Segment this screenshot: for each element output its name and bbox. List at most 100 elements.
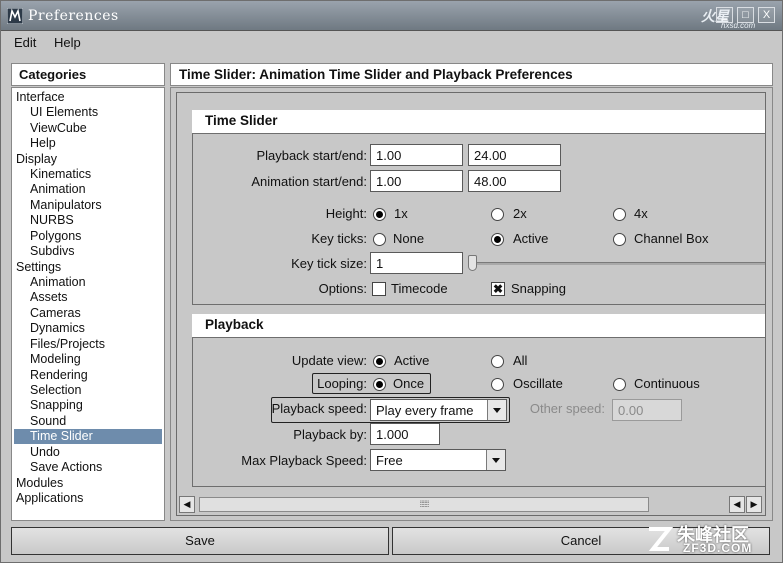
max-playback-speed-value: Free (376, 453, 403, 468)
category-files-projects[interactable]: Files/Projects (30, 337, 105, 352)
height-4x-radio[interactable] (613, 208, 626, 221)
category-display-animation[interactable]: Animation (30, 182, 86, 197)
menu-edit[interactable]: Edit (14, 35, 36, 50)
settings-panel: Time Slider Playback start/end: 1.00 24.… (170, 87, 773, 521)
key-ticks-channel-box-radio[interactable] (613, 233, 626, 246)
key-ticks-active-radio[interactable] (491, 233, 504, 246)
time-slider-section-heading: Time Slider (192, 110, 765, 133)
category-settings-animation[interactable]: Animation (30, 275, 86, 290)
playback-by-field[interactable]: 1.000 (370, 423, 440, 445)
scrollbar-thumb[interactable]: ⁞⁞⁞⁞⁞⁞ (199, 497, 649, 512)
category-polygons[interactable]: Polygons (30, 229, 81, 244)
category-modeling[interactable]: Modeling (30, 352, 81, 367)
category-modules[interactable]: Modules (16, 476, 63, 491)
key-tick-size-field[interactable]: 1 (370, 252, 463, 274)
looping-oscillate-label: Oscillate (513, 376, 563, 391)
category-time-slider[interactable]: Time Slider (14, 429, 162, 444)
brand-url: ZF3D.COM (683, 541, 753, 555)
category-nurbs[interactable]: NURBS (30, 213, 74, 228)
other-speed-field[interactable]: 0.00 (612, 399, 682, 421)
horizontal-scrollbar[interactable]: ◀ ⁞⁞⁞⁞⁞⁞ ◀ ▶ (179, 496, 765, 513)
site-watermark: 朱峰社区 ZF3D.COM (645, 521, 770, 559)
category-ui-elements[interactable]: UI Elements (30, 105, 98, 120)
categories-list: Interface UI Elements ViewCube Help Disp… (11, 87, 165, 521)
menu-help[interactable]: Help (54, 35, 81, 50)
category-display[interactable]: Display (16, 152, 57, 167)
category-dynamics[interactable]: Dynamics (30, 321, 85, 336)
category-undo[interactable]: Undo (30, 445, 60, 460)
looping-label: Looping: (317, 376, 367, 391)
playback-section-heading: Playback (192, 314, 765, 337)
playback-end-field[interactable]: 24.00 (468, 144, 561, 166)
max-playback-speed-dropdown[interactable]: Free (370, 449, 506, 471)
brand-logo-icon (648, 527, 673, 551)
close-button[interactable]: X (758, 7, 775, 23)
settings-scroll-area: Time Slider Playback start/end: 1.00 24.… (176, 92, 766, 516)
height-1x-label: 1x (394, 206, 408, 221)
title-bar[interactable]: Preferences 火星 hxsd.com _ □ X (1, 1, 782, 31)
category-help[interactable]: Help (30, 136, 56, 151)
key-ticks-label: Key ticks: (311, 231, 367, 246)
category-settings[interactable]: Settings (16, 260, 61, 275)
height-2x-label: 2x (513, 206, 527, 221)
category-cameras[interactable]: Cameras (30, 306, 81, 321)
category-save-actions[interactable]: Save Actions (30, 460, 102, 475)
snapping-checkbox[interactable]: ✖ (491, 282, 505, 296)
max-playback-speed-label: Max Playback Speed: (241, 453, 367, 468)
key-tick-size-label: Key tick size: (291, 256, 367, 271)
category-sound[interactable]: Sound (30, 414, 66, 429)
category-applications[interactable]: Applications (16, 491, 83, 506)
minimize-button[interactable]: _ (716, 7, 733, 23)
height-1x-radio[interactable] (373, 208, 386, 221)
scroll-left-arrow-icon[interactable]: ◀ (179, 496, 195, 513)
looping-once-radio[interactable] (373, 378, 386, 391)
scroll-left-arrow-icon-2[interactable]: ◀ (729, 496, 745, 513)
categories-header: Categories (11, 63, 165, 86)
preferences-window: Preferences 火星 hxsd.com _ □ X Edit Help … (0, 0, 783, 563)
update-view-all-radio[interactable] (491, 355, 504, 368)
key-ticks-active-label: Active (513, 231, 549, 246)
menu-bar: Edit Help (1, 31, 782, 55)
update-view-active-label: Active (394, 353, 430, 368)
category-manipulators[interactable]: Manipulators (30, 198, 102, 213)
chevron-down-icon (487, 400, 506, 420)
looping-once-label: Once (393, 376, 425, 391)
key-ticks-channel-box-label: Channel Box (634, 231, 709, 246)
animation-start-field[interactable]: 1.00 (370, 170, 463, 192)
category-snapping[interactable]: Snapping (30, 398, 83, 413)
height-label: Height: (325, 206, 367, 221)
playback-section: Update view: Active All Looping: Once Os… (192, 337, 765, 487)
key-ticks-none-label: None (393, 231, 425, 246)
snapping-label: Snapping (511, 281, 566, 296)
key-tick-size-slider-thumb[interactable] (468, 255, 477, 271)
key-ticks-none-radio[interactable] (373, 233, 386, 246)
timecode-checkbox[interactable] (372, 282, 386, 296)
playback-start-field[interactable]: 1.00 (370, 144, 463, 166)
category-selection[interactable]: Selection (30, 383, 81, 398)
category-kinematics[interactable]: Kinematics (30, 167, 91, 182)
height-2x-radio[interactable] (491, 208, 504, 221)
chevron-down-icon (486, 450, 505, 470)
key-tick-size-slider-track[interactable] (471, 262, 765, 265)
animation-end-field[interactable]: 48.00 (468, 170, 561, 192)
looping-oscillate-radio[interactable] (491, 378, 504, 391)
update-view-all-label: All (513, 353, 528, 368)
maximize-button[interactable]: □ (737, 7, 754, 23)
category-subdivs[interactable]: Subdivs (30, 244, 74, 259)
category-assets[interactable]: Assets (30, 290, 68, 305)
category-interface[interactable]: Interface (16, 90, 65, 105)
update-view-active-radio[interactable] (373, 355, 386, 368)
time-slider-section: Playback start/end: 1.00 24.00 Animation… (192, 133, 765, 305)
category-rendering[interactable]: Rendering (30, 368, 88, 383)
panel-title: Time Slider: Animation Time Slider and P… (170, 63, 773, 86)
category-viewcube[interactable]: ViewCube (30, 121, 87, 136)
options-label: Options: (318, 281, 367, 296)
scroll-right-arrow-icon[interactable]: ▶ (746, 496, 762, 513)
playback-speed-label: Playback speed: (271, 401, 367, 416)
playback-speed-value: Play every frame (376, 403, 474, 418)
timecode-label: Timecode (391, 281, 448, 296)
save-button[interactable]: Save (11, 527, 389, 555)
update-view-label: Update view: (291, 353, 367, 368)
playback-speed-dropdown[interactable]: Play every frame (370, 399, 507, 421)
looping-continuous-radio[interactable] (613, 378, 626, 391)
